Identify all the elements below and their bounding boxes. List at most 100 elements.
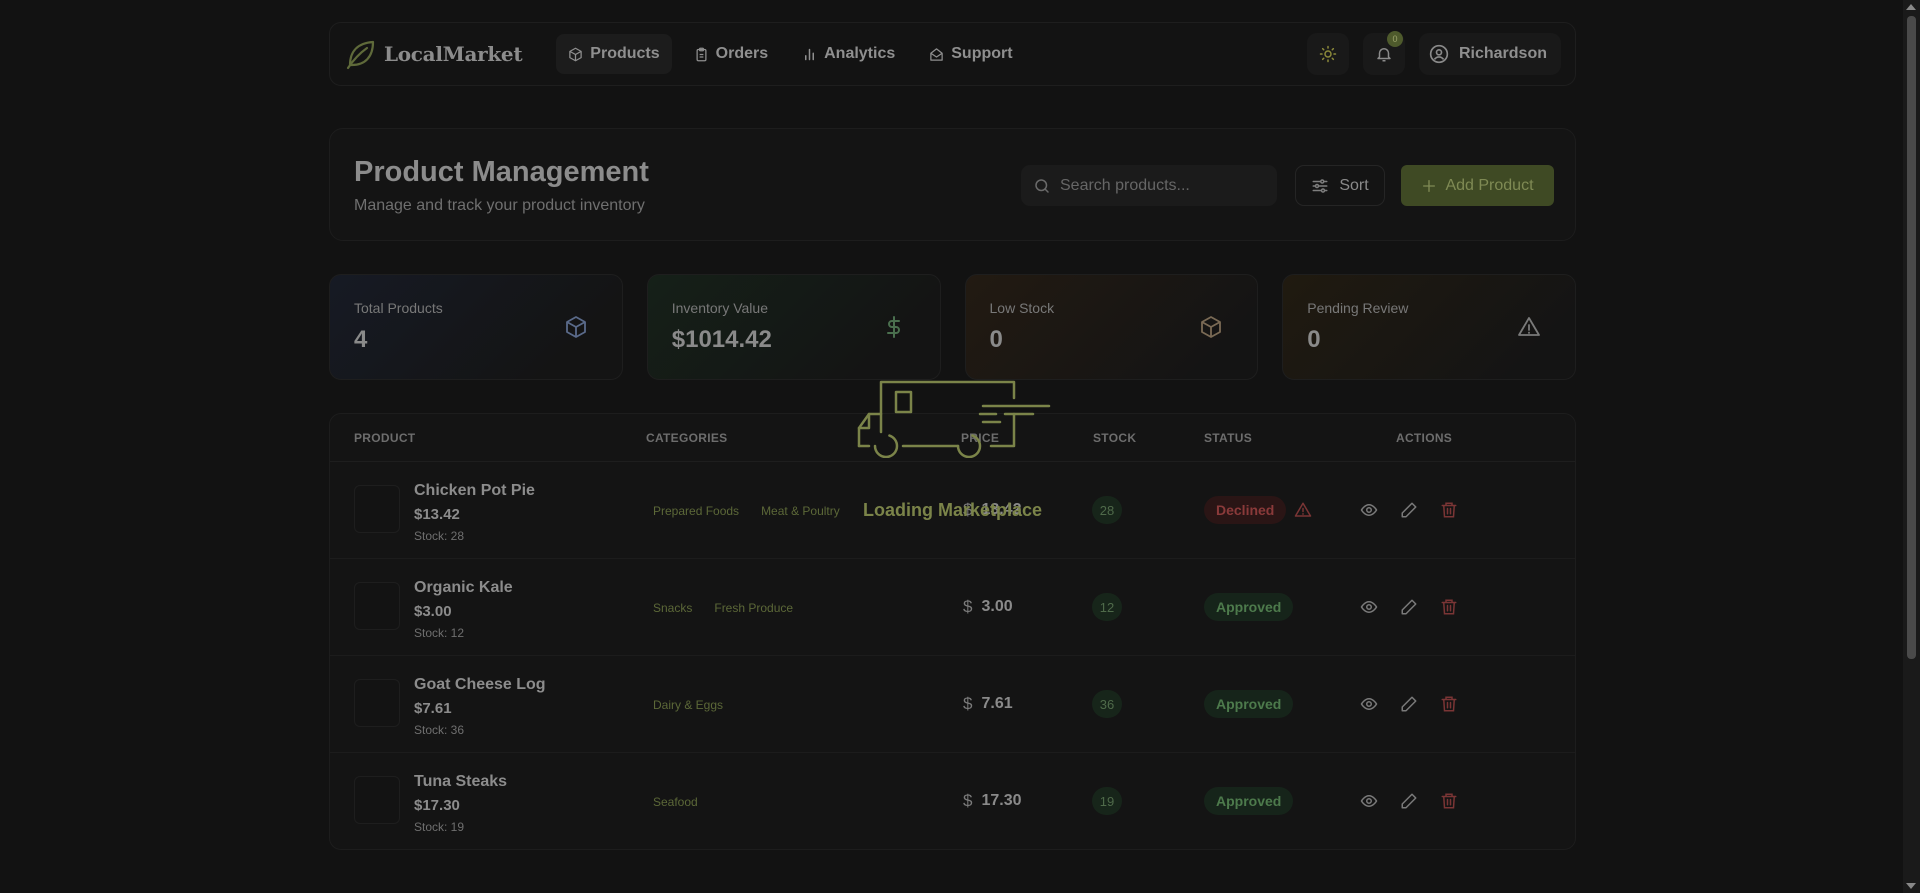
status-badge: Approved xyxy=(1204,593,1294,621)
stat-value: 0 xyxy=(1307,326,1321,353)
logo[interactable]: LocalMarket xyxy=(344,37,523,71)
dollar-icon: $ xyxy=(963,500,973,519)
dollar-icon: $ xyxy=(963,791,973,810)
row-actions xyxy=(1360,695,1458,713)
mail-open-icon xyxy=(930,47,943,61)
product-price: $13.42 xyxy=(414,506,460,523)
dollar-icon: $ xyxy=(963,694,973,713)
product-stock-text: Stock: 12 xyxy=(414,626,465,640)
stat-card-total-products: Total Products 4 xyxy=(329,274,623,380)
trash-icon[interactable] xyxy=(1440,598,1458,616)
column-header-status: STATUS xyxy=(1204,431,1253,445)
row-actions xyxy=(1360,598,1458,616)
nav-link-analytics[interactable]: Analytics xyxy=(790,34,907,74)
pencil-icon[interactable] xyxy=(1400,792,1418,810)
column-header-product: PRODUCT xyxy=(354,431,416,445)
stat-value: 4 xyxy=(354,326,368,353)
page-subtitle: Manage and track your product inventory xyxy=(354,197,645,214)
vertical-scrollbar[interactable] xyxy=(1903,0,1920,893)
stock-badge: 19 xyxy=(1092,787,1122,815)
stat-value: $1014.42 xyxy=(671,326,772,353)
price-value: 17.30 xyxy=(981,792,1022,809)
scrollbar-thumb[interactable] xyxy=(1907,16,1916,659)
price-cell: $ 13.42 xyxy=(963,500,1022,520)
scroll-up-arrow[interactable] xyxy=(1906,4,1916,10)
box-icon xyxy=(565,316,586,338)
box-icon xyxy=(1201,316,1222,338)
add-product-label: Add Product xyxy=(1445,176,1534,194)
nav-link-label: Orders xyxy=(715,45,769,62)
status-badge: Declined xyxy=(1204,496,1287,524)
category-tags: Prepared Foods Meat & Poultry xyxy=(646,502,847,520)
trash-icon[interactable] xyxy=(1440,695,1458,713)
user-name: Richardson xyxy=(1458,45,1547,62)
theme-toggle-button[interactable] xyxy=(1306,33,1349,75)
status-badge: Approved xyxy=(1204,787,1294,815)
row-actions xyxy=(1360,501,1458,519)
table-header: PRODUCT CATEGORIES PRICE STOCK STATUS AC… xyxy=(330,414,1575,462)
trash-icon[interactable] xyxy=(1440,501,1458,519)
price-cell: $ 7.61 xyxy=(963,694,1013,714)
dollar-icon: $ xyxy=(963,597,973,616)
category-tags: Dairy & Eggs xyxy=(646,696,730,714)
clipboard-icon xyxy=(696,47,707,61)
product-name: Organic Kale xyxy=(414,579,513,596)
stat-card-inventory-value: Inventory Value $1014.42 xyxy=(646,274,941,380)
page-title: Product Management xyxy=(354,156,649,188)
stat-card-pending-review: Pending Review 0 xyxy=(1282,274,1576,380)
product-thumbnail xyxy=(354,679,400,727)
stat-label: Pending Review xyxy=(1307,300,1409,316)
nav-link-label: Products xyxy=(590,45,660,62)
box-icon xyxy=(569,47,583,61)
sort-button[interactable]: Sort xyxy=(1295,165,1385,206)
product-stock-text: Stock: 19 xyxy=(414,820,465,834)
product-thumbnail xyxy=(354,485,400,533)
notification-count-badge: 0 xyxy=(1386,31,1403,47)
stat-label: Total Products xyxy=(354,300,443,316)
price-value: 13.42 xyxy=(981,501,1022,518)
leaf-icon xyxy=(346,40,375,70)
table-row[interactable]: Tuna Steaks $17.30 Stock: 19 Seafood $ 1… xyxy=(330,753,1575,849)
scroll-down-arrow[interactable] xyxy=(1906,883,1916,889)
table-row[interactable]: Chicken Pot Pie $13.42 Stock: 28 Prepare… xyxy=(330,462,1575,559)
eye-icon[interactable] xyxy=(1360,598,1378,616)
alert-triangle-icon xyxy=(1518,317,1540,336)
pencil-icon[interactable] xyxy=(1400,695,1418,713)
status-badge: Approved xyxy=(1204,690,1294,718)
pencil-icon[interactable] xyxy=(1400,501,1418,519)
product-price: $7.61 xyxy=(414,700,452,717)
product-stock-text: Stock: 36 xyxy=(414,723,465,737)
trash-icon[interactable] xyxy=(1440,792,1458,810)
category-tag: Meat & Poultry xyxy=(761,504,840,518)
table-row[interactable]: Goat Cheese Log $7.61 Stock: 36 Dairy & … xyxy=(330,656,1575,753)
product-name: Chicken Pot Pie xyxy=(414,482,535,499)
nav-link-products[interactable]: Products xyxy=(556,34,672,74)
price-cell: $ 3.00 xyxy=(963,597,1013,617)
pencil-icon[interactable] xyxy=(1400,598,1418,616)
product-name: Goat Cheese Log xyxy=(414,676,546,693)
nav-link-support[interactable]: Support xyxy=(917,34,1024,74)
table-row[interactable]: Organic Kale $3.00 Stock: 12 Snacks Fres… xyxy=(330,559,1575,656)
category-tags: Snacks Fresh Produce xyxy=(646,599,800,617)
category-tag: Prepared Foods xyxy=(653,504,740,518)
product-thumbnail xyxy=(354,776,400,824)
user-menu-button[interactable]: Richardson xyxy=(1418,33,1561,75)
column-header-price: PRICE xyxy=(961,431,1000,445)
stat-label: Low Stock xyxy=(989,300,1055,316)
eye-icon[interactable] xyxy=(1360,501,1378,519)
category-tags: Seafood xyxy=(646,793,705,811)
sort-label: Sort xyxy=(1339,176,1369,194)
nav-link-label: Support xyxy=(951,45,1013,62)
search-input[interactable] xyxy=(1060,176,1260,195)
logo-text: LocalMarket xyxy=(384,42,523,66)
search-box xyxy=(1021,165,1277,206)
nav-link-orders[interactable]: Orders xyxy=(682,34,780,74)
row-actions xyxy=(1360,792,1458,810)
notifications-button[interactable]: 0 xyxy=(1362,31,1405,75)
search-icon xyxy=(1035,178,1049,193)
eye-icon[interactable] xyxy=(1360,792,1378,810)
stat-card-low-stock: Low Stock 0 xyxy=(964,274,1259,380)
add-product-button[interactable]: Add Product xyxy=(1401,165,1554,206)
alert-triangle-icon xyxy=(1294,502,1312,517)
eye-icon[interactable] xyxy=(1360,695,1378,713)
